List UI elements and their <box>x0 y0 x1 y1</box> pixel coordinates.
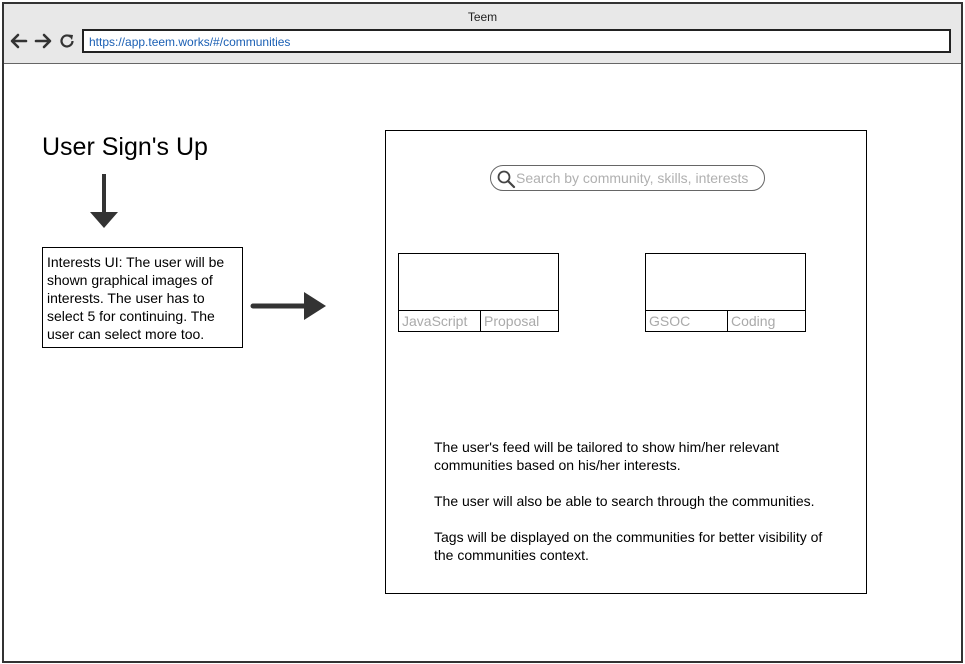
search-icon <box>497 170 516 189</box>
search-input[interactable] <box>516 169 756 187</box>
community-tag[interactable]: JavaScript <box>399 311 481 331</box>
address-bar[interactable]: https://app.teem.works/#/communities <box>82 29 951 53</box>
feature-notes: The user's feed will be tailored to show… <box>434 438 844 582</box>
right-arrow-icon <box>250 292 326 320</box>
address-url: https://app.teem.works/#/communities <box>89 35 291 49</box>
note-search: The user will also be able to search thr… <box>434 493 815 509</box>
browser-toolbar: Teem https://app.teem.works/#/communitie… <box>4 4 961 64</box>
back-arrow-icon[interactable] <box>10 32 28 50</box>
reload-icon[interactable] <box>58 32 76 50</box>
community-image[interactable] <box>399 254 558 311</box>
community-tag[interactable]: GSOC <box>646 311 728 331</box>
community-tag[interactable]: Proposal <box>481 311 558 331</box>
community-card[interactable]: GSOC Coding <box>645 253 806 332</box>
communities-mockup: JavaScript Proposal GSOC Coding The user… <box>385 130 867 594</box>
window-title: Teem <box>467 10 498 24</box>
search-box[interactable] <box>490 165 765 191</box>
flow-description: Interests UI: The user will be shown gra… <box>42 247 243 348</box>
note-feed: The user's feed will be tailored to show… <box>434 439 780 473</box>
community-tag[interactable]: Coding <box>728 311 805 331</box>
flow-heading: User Sign's Up <box>42 133 208 161</box>
community-image[interactable] <box>646 254 805 311</box>
community-card[interactable]: JavaScript Proposal <box>398 253 559 332</box>
note-tags: Tags will be displayed on the communitie… <box>434 529 823 563</box>
forward-arrow-icon[interactable] <box>34 32 52 50</box>
down-arrow-icon <box>90 174 118 228</box>
